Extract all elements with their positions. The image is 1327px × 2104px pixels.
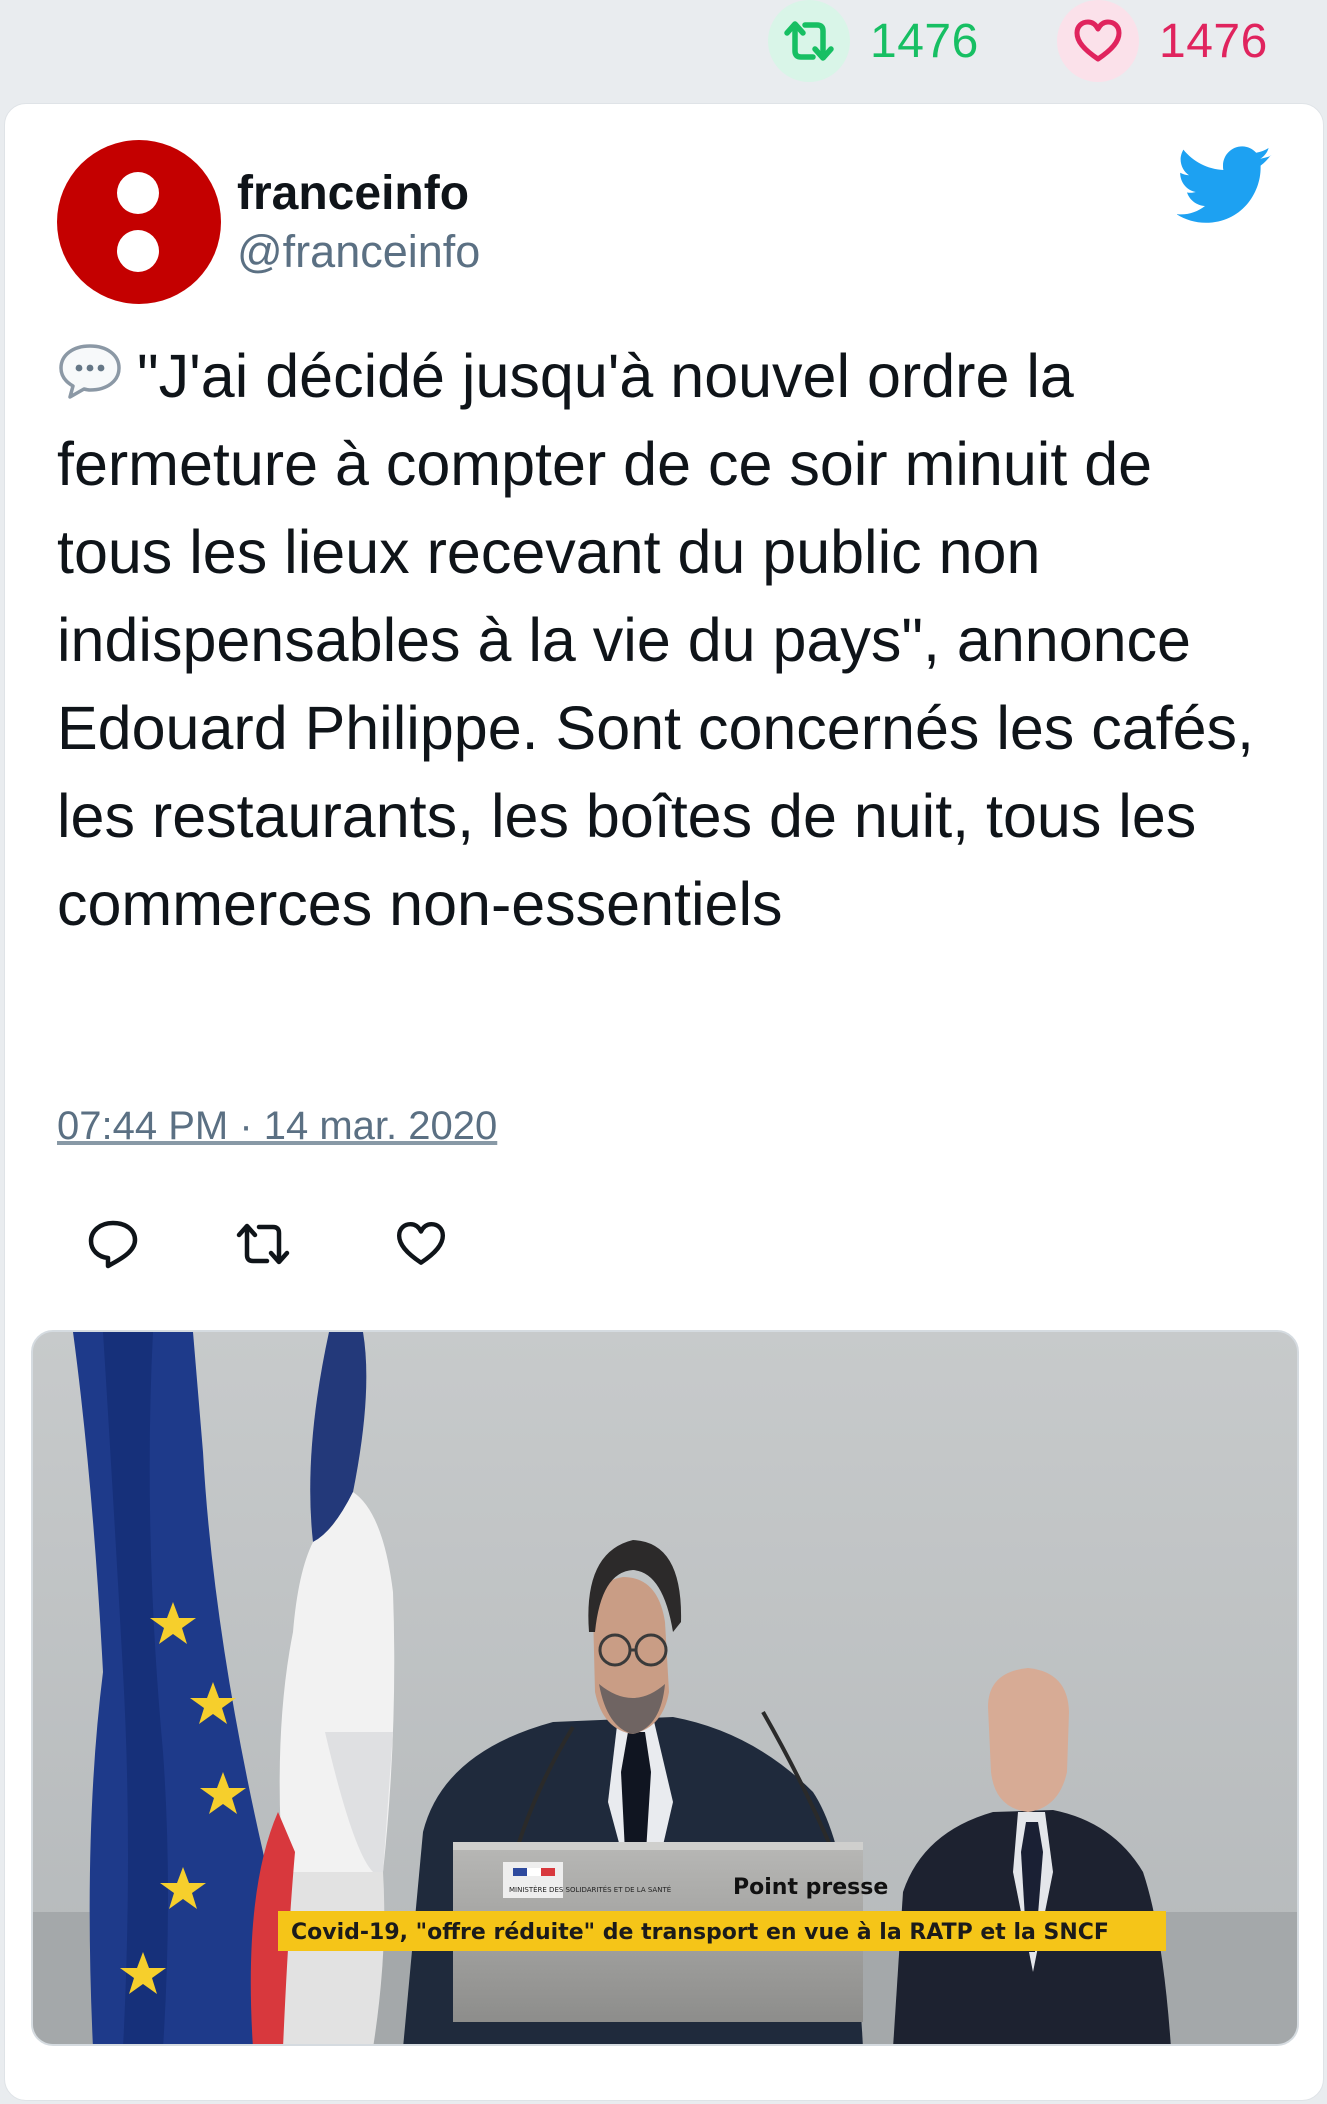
tweet-photo[interactable]: MINISTÈRE DES SOLIDARITÉS ET DE LA SANTÉ… (31, 1330, 1299, 2046)
press-conference-photo: MINISTÈRE DES SOLIDARITÉS ET DE LA SANTÉ… (33, 1332, 1297, 2044)
like-button[interactable] (381, 1204, 461, 1284)
like-icon (396, 1222, 446, 1265)
reply-button[interactable] (73, 1204, 153, 1284)
avatar-logo-dot (117, 230, 159, 272)
reply-icon (88, 1220, 138, 1269)
like-stat[interactable]: 1476 (1057, 0, 1268, 82)
chyron-text: Covid-19, "offre réduite" de transport e… (291, 1920, 1109, 1945)
tweet-timestamp-link[interactable]: 07:44 PM · 14 mar. 2020 (57, 1104, 497, 1149)
author-handle[interactable]: @franceinfo (237, 226, 480, 278)
heart-icon[interactable] (1057, 0, 1139, 82)
retweet-count: 1476 (870, 14, 979, 68)
tweet-text: "J'ai décidé jusqu'à nouvel ordre la fer… (57, 332, 1277, 948)
stats-bar: 1476 1476 (0, 0, 1327, 100)
podium-label: Point presse (733, 1875, 888, 1900)
retweet-icon[interactable] (768, 0, 850, 82)
news-chyron: Covid-19, "offre réduite" de transport e… (278, 1911, 1166, 1951)
avatar-logo-dot (117, 172, 159, 214)
twitter-bird-icon[interactable] (1177, 146, 1273, 226)
author-name[interactable]: franceinfo (237, 166, 469, 221)
avatar[interactable] (57, 140, 221, 304)
retweet-icon (236, 1223, 290, 1265)
tweet-body: "J'ai décidé jusqu'à nouvel ordre la fer… (57, 342, 1255, 938)
like-count: 1476 (1159, 14, 1268, 68)
podium-ministry-label: MINISTÈRE DES SOLIDARITÉS ET DE LA SANTÉ (509, 1885, 671, 1894)
speech-balloon-icon (59, 344, 121, 399)
retweet-button[interactable] (223, 1204, 303, 1284)
retweet-stat[interactable]: 1476 (768, 0, 979, 82)
tweet-card[interactable]: franceinfo @franceinfo "J'ai décidé jusq… (4, 103, 1324, 2101)
